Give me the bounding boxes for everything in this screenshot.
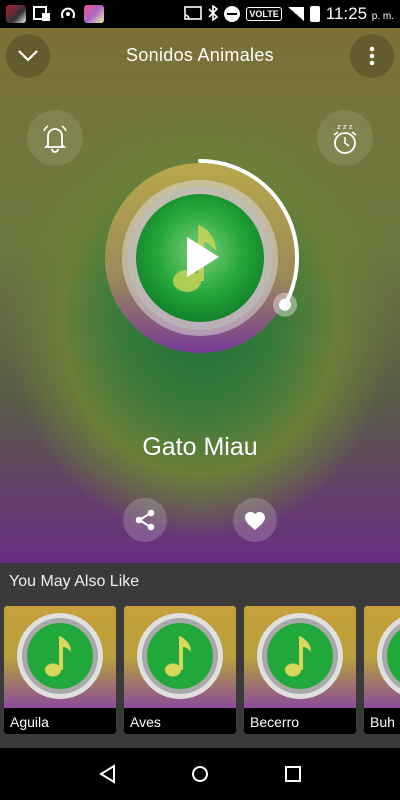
music-disc-icon [137,613,223,699]
battery-icon [309,6,320,22]
clock-time: 11:25 [325,4,368,23]
page-title: Sonidos Animales [126,45,274,65]
suggestion-label: Becerro [244,708,356,734]
recents-square-icon [285,766,302,782]
play-disc[interactable] [95,153,305,363]
clock-suffix: p. m. [371,11,394,22]
hotspot-icon [58,5,78,23]
cast-doc-icon [32,5,52,23]
signal-icon [287,7,304,21]
app-icon [6,5,26,23]
share-icon [135,509,155,531]
status-bar: VOLTE 11:25 p. m. [0,0,400,28]
svg-text:z z z: z z z [337,123,353,131]
home-button[interactable] [185,759,215,789]
volte-badge: VOLTE [246,7,282,21]
system-nav-bar [0,748,400,800]
clock: 11:25 p. m. [326,4,394,24]
music-disc-icon [17,613,103,699]
progress-knob-dot [279,298,292,311]
more-options-button[interactable] [350,34,394,78]
suggestion-label: Aves [124,708,236,734]
cast-icon [184,5,203,23]
suggestion-label: Buh [364,708,400,734]
player-panel: Sonidos Animales z z z Gato Miau [0,28,400,563]
alarm-clock-sleep-icon: z z z [333,123,357,154]
ringtone-button[interactable] [27,110,83,166]
back-triangle-icon [98,764,115,784]
heart-icon [245,512,265,530]
do-not-disturb-icon [224,6,241,22]
suggestions-heading: You May Also Like [9,573,140,590]
bell-icon [43,125,67,153]
suggestions-section: You May Also Like Aguila Aves Becerro Bu… [0,563,400,748]
music-disc-icon [377,617,400,695]
suggestions-list: Aguila Aves Becerro Buh [4,606,400,734]
suggestion-card[interactable]: Aguila [4,606,116,734]
music-disc-icon [257,613,343,699]
top-bar: Sonidos Animales [0,34,400,78]
suggestion-card[interactable]: Buh [364,606,400,734]
back-button[interactable] [92,759,122,789]
favorite-button[interactable] [233,498,277,542]
more-vert-icon [369,46,375,66]
share-button[interactable] [123,498,167,542]
bluetooth-icon [208,3,219,24]
home-circle-icon [191,766,208,782]
recents-button[interactable] [278,759,308,789]
suggestion-card[interactable]: Aves [124,606,236,734]
song-title: Gato Miau [142,433,258,461]
suggestion-label: Aguila [4,708,116,734]
sleep-timer-button[interactable]: z z z [317,110,373,166]
app-icon [84,5,104,23]
suggestion-card[interactable]: Becerro [244,606,356,734]
